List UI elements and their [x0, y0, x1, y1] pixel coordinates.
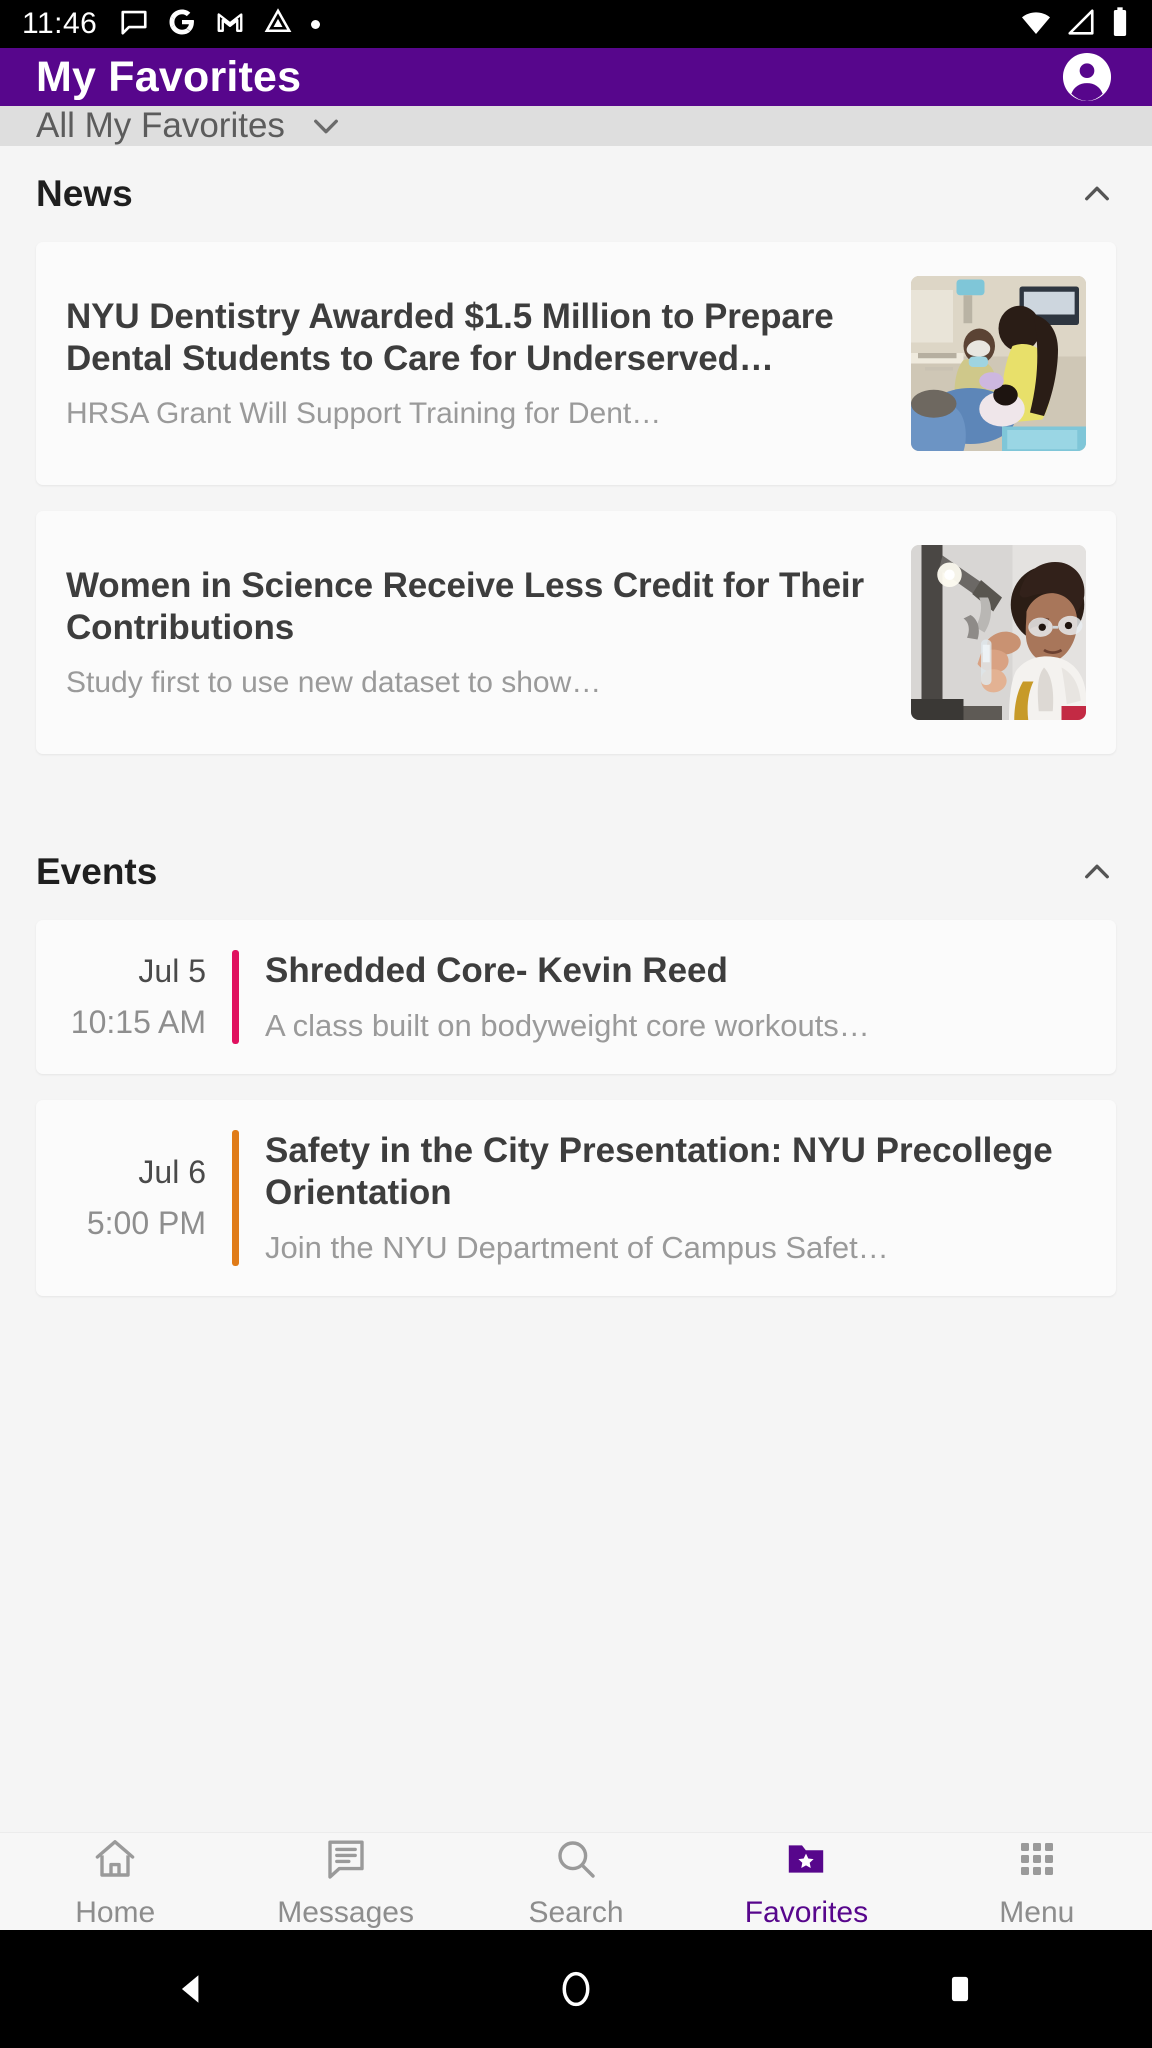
drive-icon	[263, 7, 293, 42]
filter-selected-label: All My Favorites	[36, 106, 285, 145]
news-thumbnail-dental-clinic	[911, 276, 1086, 451]
event-card-text: Safety in the City Presentation: NYU Pre…	[239, 1130, 1088, 1266]
dot-indicator	[311, 19, 321, 29]
event-card[interactable]: Jul 5 10:15 AM Shredded Core- Kevin Reed…	[36, 920, 1116, 1074]
news-title: NYU Dentistry Awarded $1.5 Million to Pr…	[66, 296, 834, 378]
tab-menu[interactable]: Menu	[922, 1833, 1152, 1930]
tab-messages[interactable]: Messages	[230, 1833, 460, 1930]
phone-screen: 11:46 My Favorites All My Favorites News…	[0, 0, 1152, 2048]
tab-label: Home	[75, 1896, 156, 1929]
search-icon	[552, 1833, 600, 1885]
event-accent-bar	[232, 1130, 239, 1266]
tab-label: Messages	[277, 1896, 414, 1929]
home-icon	[91, 1833, 139, 1885]
event-datetime: Jul 6 5:00 PM	[64, 1130, 232, 1266]
messages-icon	[322, 1833, 370, 1885]
account-circle-icon[interactable]	[1058, 48, 1116, 106]
section-header-events[interactable]: Events	[0, 824, 1152, 920]
section-title: Events	[36, 851, 158, 892]
favorites-filter-dropdown[interactable]: All My Favorites	[0, 106, 1152, 146]
news-card[interactable]: Women in Science Receive Less Credit for…	[36, 511, 1116, 754]
section-title: News	[36, 173, 133, 214]
back-button[interactable]	[132, 1930, 252, 2048]
event-accent-bar	[232, 950, 239, 1044]
recents-button[interactable]	[900, 1930, 1020, 2048]
app-bar-actions	[1058, 48, 1116, 106]
news-subtitle: Study first to use new dataset to show…	[66, 666, 602, 700]
tab-label: Menu	[999, 1896, 1075, 1929]
event-card[interactable]: Jul 6 5:00 PM Safety in the City Present…	[36, 1100, 1116, 1296]
favorites-content: News NYU Dentistry Awarded $1.5 Million …	[0, 146, 1152, 1832]
grid-menu-icon	[1013, 1833, 1061, 1885]
tab-label: Favorites	[744, 1896, 869, 1929]
event-title: Safety in the City Presentation: NYU Pre…	[265, 1131, 1053, 1212]
app-bar: My Favorites	[0, 48, 1152, 106]
status-bar-clock: 11:46	[22, 7, 98, 40]
messages-icon	[119, 7, 149, 42]
news-card-text: NYU Dentistry Awarded $1.5 Million to Pr…	[66, 296, 887, 431]
chevron-down-icon	[307, 107, 345, 145]
tab-label: Search	[528, 1896, 624, 1929]
tab-favorites[interactable]: Favorites	[691, 1833, 921, 1930]
google-icon	[167, 7, 197, 42]
gmail-icon	[215, 7, 245, 42]
tab-home[interactable]: Home	[0, 1833, 230, 1930]
event-time: 5:00 PM	[86, 1205, 206, 1241]
bottom-tab-bar: Home Messages Search Favorites Menu	[0, 1832, 1152, 1930]
news-subtitle: HRSA Grant Will Support Training for Den…	[66, 397, 662, 431]
news-title: Women in Science Receive Less Credit for…	[66, 565, 865, 647]
event-date: Jul 6	[138, 1154, 206, 1190]
section-header-news[interactable]: News	[0, 146, 1152, 242]
status-bar-system-icons	[1020, 6, 1130, 43]
event-time: 10:15 AM	[70, 1004, 206, 1040]
news-thumbnail-woman-scientist	[911, 545, 1086, 720]
event-datetime: Jul 5 10:15 AM	[64, 950, 232, 1044]
home-button[interactable]	[516, 1930, 636, 2048]
event-description: Join the NYU Department of Campus Safet…	[265, 1230, 889, 1265]
event-title: Shredded Core- Kevin Reed	[265, 951, 728, 990]
page-title: My Favorites	[36, 52, 302, 101]
status-bar-notification-icons	[119, 7, 321, 42]
event-date: Jul 5	[138, 953, 206, 989]
chevron-up-icon[interactable]	[1078, 175, 1116, 213]
android-navigation-bar	[0, 1930, 1152, 2048]
news-card-text: Women in Science Receive Less Credit for…	[66, 565, 887, 700]
tab-search[interactable]: Search	[461, 1833, 691, 1930]
news-card[interactable]: NYU Dentistry Awarded $1.5 Million to Pr…	[36, 242, 1116, 485]
wifi-icon	[1020, 6, 1052, 43]
android-status-bar: 11:46	[0, 0, 1152, 48]
chevron-up-icon[interactable]	[1078, 853, 1116, 891]
event-card-text: Shredded Core- Kevin Reed A class built …	[239, 950, 1088, 1044]
cellular-signal-icon	[1066, 7, 1096, 42]
favorites-folder-star-icon	[782, 1833, 830, 1885]
battery-icon	[1110, 6, 1130, 43]
event-description: A class built on bodyweight core workout…	[265, 1008, 870, 1043]
